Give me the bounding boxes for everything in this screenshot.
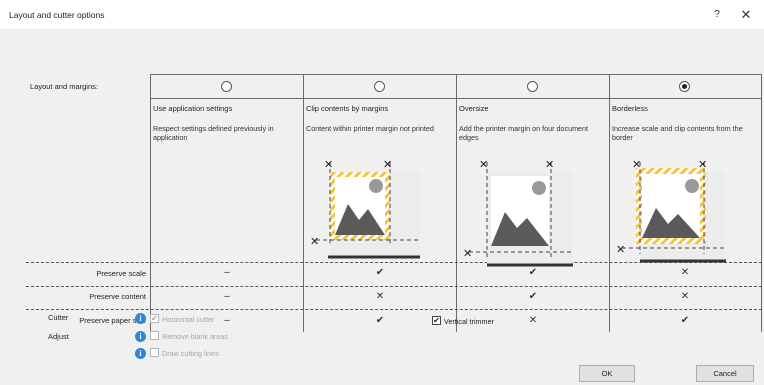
cell-value: ✕	[680, 291, 690, 302]
radio-borderless[interactable]	[679, 81, 690, 92]
option-name: Use application settings	[153, 104, 233, 113]
ok-button[interactable]: OK	[579, 365, 635, 382]
cell-value: ✕	[680, 267, 690, 278]
svg-text:✕: ✕	[463, 247, 472, 260]
svg-text:✕: ✕	[698, 158, 707, 171]
cell-value: ✔	[680, 315, 690, 326]
layout-grid: Layout and margins: Use application sett…	[26, 74, 762, 332]
svg-text:✕: ✕	[324, 158, 333, 171]
svg-text:✕: ✕	[632, 158, 641, 171]
vertical-trimmer-label: Vertical trimmer	[444, 317, 494, 326]
clip-contents-illustration: ✕ ✕ ✕	[310, 158, 420, 259]
radio-clip-contents[interactable]	[374, 81, 385, 92]
svg-text:✕: ✕	[616, 243, 625, 256]
option-description: Respect settings defined previously in a…	[153, 124, 274, 142]
horizontal-cutter-checkbox[interactable]: ✔	[150, 314, 159, 323]
option-description: Add the printer margin on four document …	[459, 124, 589, 142]
layout-and-margins-label: Layout and margins:	[30, 82, 98, 91]
cell-value: –	[224, 291, 230, 302]
option-name: Oversize	[459, 104, 489, 113]
svg-text:✕: ✕	[310, 235, 319, 248]
oversize-illustration: ✕ ✕ ✕	[463, 158, 573, 267]
vertical-trimmer-checkbox[interactable]: ✔	[432, 316, 441, 325]
cell-value: ✔	[528, 291, 538, 302]
radio-selected-dot	[682, 84, 687, 89]
cell-value: ✔	[375, 315, 385, 326]
row-label-preserve-content: Preserve content	[89, 292, 146, 301]
title-bar: Layout and cutter options ? ✕	[0, 0, 764, 30]
info-icon[interactable]: i	[135, 331, 146, 342]
info-icon[interactable]: i	[135, 348, 146, 359]
cell-value: ✔	[375, 267, 385, 278]
cell-value: ✔	[528, 267, 538, 278]
info-icon[interactable]: i	[135, 313, 146, 324]
cell-value: –	[224, 267, 230, 278]
draw-cutting-lines-label: Draw cutting lines	[162, 349, 219, 358]
svg-text:✕: ✕	[479, 158, 488, 171]
radio-oversize[interactable]	[527, 81, 538, 92]
cancel-button[interactable]: Cancel	[696, 365, 754, 382]
svg-text:✕: ✕	[545, 158, 554, 171]
borderless-illustration: ✕ ✕ ✕	[616, 158, 726, 263]
help-button[interactable]: ?	[710, 8, 724, 22]
close-button[interactable]: ✕	[738, 7, 754, 23]
cell-value: ✕	[528, 315, 538, 326]
dialog-body: Layout and margins: Use application sett…	[0, 30, 764, 385]
horizontal-cutter-label: Horizontal cutter	[162, 315, 215, 324]
cell-value: –	[224, 315, 230, 326]
radio-use-application-settings[interactable]	[221, 81, 232, 92]
option-description: Increase scale and clip contents from th…	[612, 124, 743, 142]
row-label-preserve-paper-size: Preserve paper size	[79, 316, 146, 325]
option-description: Content within printer margin not printe…	[306, 124, 434, 133]
window-title: Layout and cutter options	[9, 10, 105, 20]
cutter-label: Cutter	[48, 313, 69, 322]
option-name: Borderless	[612, 104, 648, 113]
remove-blank-areas-checkbox[interactable]	[150, 331, 159, 340]
remove-blank-areas-label: Remove blank areas	[162, 332, 228, 341]
svg-text:✕: ✕	[383, 158, 392, 171]
draw-cutting-lines-checkbox[interactable]	[150, 348, 159, 357]
adjust-label: Adjust	[48, 332, 69, 341]
row-label-preserve-scale: Preserve scale	[96, 269, 146, 278]
cell-value: ✕	[375, 291, 385, 302]
option-name: Clip contents by margins	[306, 104, 389, 113]
